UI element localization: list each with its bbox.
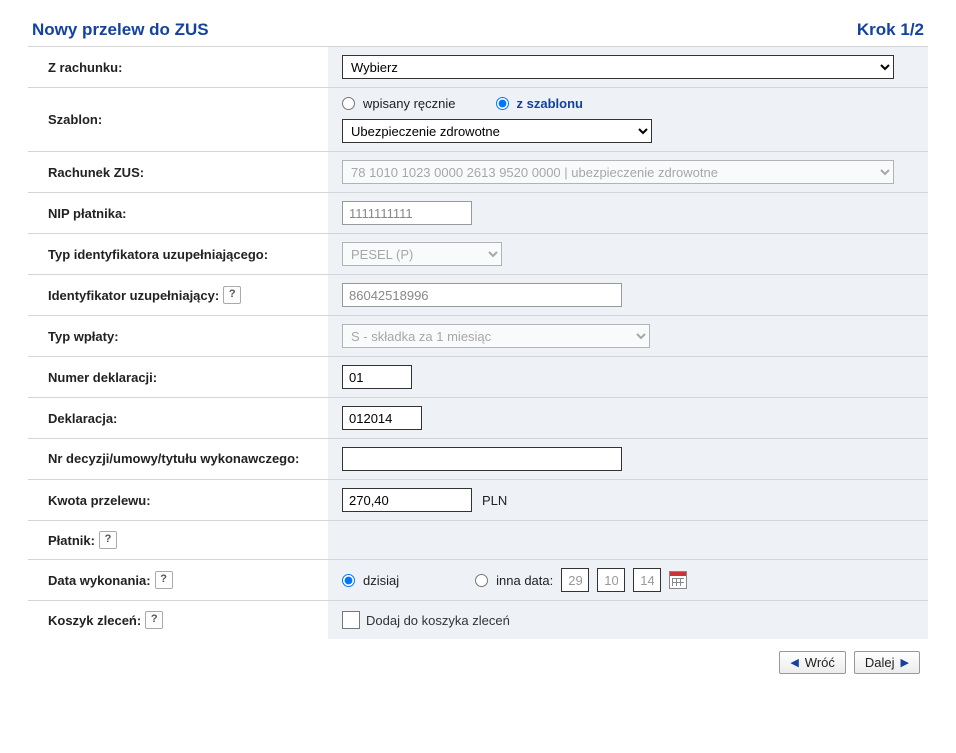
label-rachunek-zus: Rachunek ZUS: bbox=[28, 152, 328, 192]
label-typ-id-uzup: Typ identyfikatora uzupełniającego: bbox=[28, 234, 328, 274]
id-uzup-input[interactable] bbox=[342, 283, 622, 307]
label-koszyk-text: Koszyk zleceń: bbox=[48, 613, 141, 628]
label-platnik: Płatnik: ? bbox=[28, 521, 328, 559]
footer-buttons: ◀ Wróć Dalej ▶ bbox=[28, 639, 928, 674]
radio-z-szablonu-label: z szablonu bbox=[517, 96, 583, 111]
radio-wpisany-recznie-input[interactable] bbox=[342, 97, 355, 110]
radio-dzisiaj[interactable]: dzisiaj bbox=[342, 573, 399, 588]
label-data-wykonania-text: Data wykonania: bbox=[48, 573, 151, 588]
radio-dzisiaj-label: dzisiaj bbox=[363, 573, 399, 588]
back-button[interactable]: ◀ Wróć bbox=[779, 651, 846, 674]
date-year-input[interactable] bbox=[633, 568, 661, 592]
label-deklaracja: Deklaracja: bbox=[28, 398, 328, 438]
arrow-right-icon: ▶ bbox=[901, 656, 909, 669]
help-icon[interactable]: ? bbox=[99, 531, 117, 549]
label-typ-wplaty: Typ wpłaty: bbox=[28, 316, 328, 356]
szablon-select[interactable]: Ubezpieczenie zdrowotne bbox=[342, 119, 652, 143]
next-button[interactable]: Dalej ▶ bbox=[854, 651, 920, 674]
label-data-wykonania: Data wykonania: ? bbox=[28, 560, 328, 600]
label-koszyk: Koszyk zleceń: ? bbox=[28, 601, 328, 639]
next-button-label: Dalej bbox=[865, 655, 895, 670]
label-nr-decyzji: Nr decyzji/umowy/tytułu wykonawczego: bbox=[28, 439, 328, 479]
calendar-icon[interactable] bbox=[669, 571, 687, 589]
help-icon[interactable]: ? bbox=[223, 286, 241, 304]
koszyk-checkbox-label: Dodaj do koszyka zleceń bbox=[366, 613, 510, 628]
rachunek-zus-select: 78 1010 1023 0000 2613 9520 0000 | ubezp… bbox=[342, 160, 894, 184]
label-id-uzup: Identyfikator uzupełniający: ? bbox=[28, 275, 328, 315]
radio-z-szablonu[interactable]: z szablonu bbox=[496, 96, 583, 111]
label-z-rachunku: Z rachunku: bbox=[28, 47, 328, 87]
form-header: Nowy przelew do ZUS Krok 1/2 bbox=[28, 20, 928, 46]
date-month-input[interactable] bbox=[597, 568, 625, 592]
currency-label: PLN bbox=[482, 493, 507, 508]
radio-inna-data-input[interactable] bbox=[475, 574, 488, 587]
help-icon[interactable]: ? bbox=[145, 611, 163, 629]
radio-wpisany-recznie-label: wpisany ręcznie bbox=[363, 96, 456, 111]
date-day-input[interactable] bbox=[561, 568, 589, 592]
arrow-left-icon: ◀ bbox=[790, 656, 798, 669]
typ-id-uzup-select: PESEL (P) bbox=[342, 242, 502, 266]
koszyk-checkbox[interactable]: Dodaj do koszyka zleceń bbox=[342, 611, 510, 629]
label-numer-deklaracji: Numer deklaracji: bbox=[28, 357, 328, 397]
radio-dzisiaj-input[interactable] bbox=[342, 574, 355, 587]
typ-wplaty-select: S - składka za 1 miesiąc bbox=[342, 324, 650, 348]
nr-decyzji-input[interactable] bbox=[342, 447, 622, 471]
radio-inna-data-label: inna data: bbox=[496, 573, 553, 588]
numer-deklaracji-input[interactable] bbox=[342, 365, 412, 389]
z-rachunku-select[interactable]: Wybierz bbox=[342, 55, 894, 79]
kwota-input[interactable] bbox=[342, 488, 472, 512]
help-icon[interactable]: ? bbox=[155, 571, 173, 589]
label-szablon: Szablon: bbox=[28, 88, 328, 151]
label-platnik-text: Płatnik: bbox=[48, 533, 95, 548]
nip-input[interactable] bbox=[342, 201, 472, 225]
radio-wpisany-recznie[interactable]: wpisany ręcznie bbox=[342, 96, 456, 111]
step-indicator: Krok 1/2 bbox=[857, 20, 924, 40]
label-id-uzup-text: Identyfikator uzupełniający: bbox=[48, 288, 219, 303]
back-button-label: Wróć bbox=[805, 655, 835, 670]
radio-inna-data[interactable]: inna data: bbox=[475, 573, 553, 588]
radio-z-szablonu-input[interactable] bbox=[496, 97, 509, 110]
label-nip: NIP płatnika: bbox=[28, 193, 328, 233]
page-title: Nowy przelew do ZUS bbox=[32, 20, 209, 40]
deklaracja-input[interactable] bbox=[342, 406, 422, 430]
label-kwota: Kwota przelewu: bbox=[28, 480, 328, 520]
checkbox-box-icon bbox=[342, 611, 360, 629]
zus-transfer-form: Nowy przelew do ZUS Krok 1/2 Z rachunku:… bbox=[28, 20, 928, 674]
